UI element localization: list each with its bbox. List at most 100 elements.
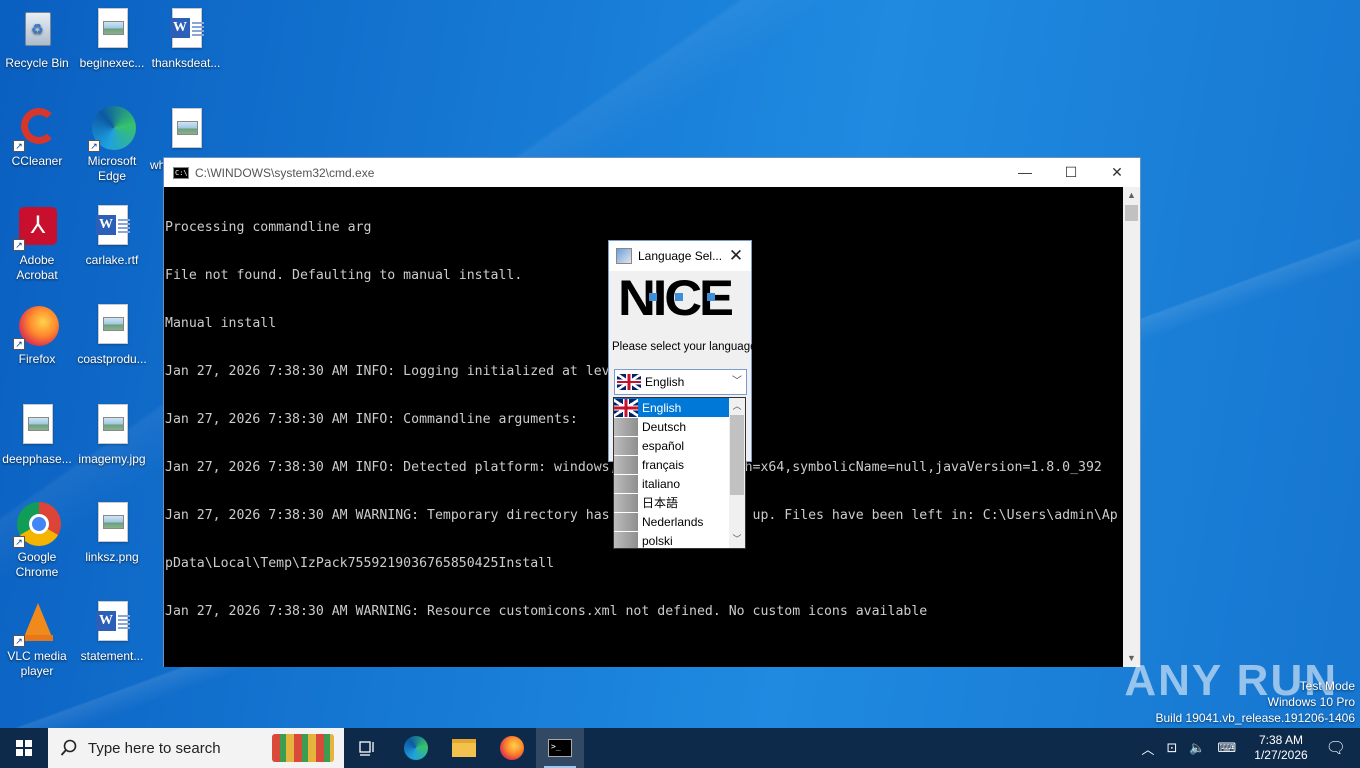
language-option-francais[interactable]: français	[614, 455, 730, 474]
image-file-icon	[90, 8, 134, 52]
recycle-bin-icon: ♻	[15, 8, 59, 52]
german-flag-icon	[614, 417, 638, 436]
cmd-titlebar[interactable]: C:\ C:\WINDOWS\system32\cmd.exe — ☐ ✕	[164, 158, 1140, 187]
scroll-down-icon[interactable]: ﹀	[729, 531, 745, 548]
logo-dot	[707, 293, 715, 301]
desktop-icon-label: Recycle Bin	[5, 56, 69, 70]
word-document-icon: W	[90, 601, 134, 645]
desktop-icon-label: coastprodu...	[77, 352, 147, 366]
language-option-deutsch[interactable]: Deutsch	[614, 417, 730, 436]
ccleaner-icon: ↗	[13, 106, 59, 152]
edge-icon: ↗	[88, 106, 136, 152]
desktop-icon-firefox[interactable]: ↗ Firefox	[1, 304, 73, 367]
search-highlight-icon	[272, 734, 334, 762]
language-list-scrollbar[interactable]: ︿ ﹀	[729, 398, 745, 548]
desktop-icon-deepphase[interactable]: deepphase...	[1, 404, 73, 467]
desktop-icon-coastprodu[interactable]: coastprodu...	[76, 304, 148, 367]
chevron-up-icon[interactable]: ︿	[1141, 739, 1154, 758]
desktop-icon-vlc[interactable]: ↗ VLC media player	[1, 601, 73, 679]
taskbar-firefox[interactable]	[488, 728, 536, 768]
desktop-icon-ccleaner[interactable]: ↗ CCleaner	[1, 106, 73, 169]
taskbar-cmd[interactable]: >_	[536, 728, 584, 768]
italian-flag-icon	[614, 474, 638, 493]
language-option-japanese[interactable]: 日本語	[614, 493, 730, 512]
taskbar-file-explorer[interactable]	[440, 728, 488, 768]
input-indicator-icon[interactable]: ⌨	[1218, 740, 1237, 756]
volume-icon[interactable]: 🔈	[1189, 740, 1205, 756]
desktop-icon-imagemy[interactable]: imagemy.jpg	[76, 404, 148, 467]
taskbar-search[interactable]: Type here to search	[48, 728, 344, 768]
chevron-down-icon[interactable]: ﹀	[728, 370, 746, 394]
firefox-icon: ↗	[13, 304, 59, 350]
spanish-flag-icon	[614, 436, 638, 455]
system-info: Test Mode Windows 10 Pro Build 19041.vb_…	[1156, 678, 1356, 726]
clock-time: 7:38 AM	[1258, 733, 1303, 747]
desktop-icon-label: wh...	[150, 158, 164, 172]
uk-flag-icon	[617, 374, 641, 390]
dialog-close-icon[interactable]: ✕	[725, 245, 747, 267]
scroll-thumb[interactable]	[730, 415, 744, 495]
desktop-icon-google-chrome[interactable]: ↗ Google Chrome	[1, 502, 73, 580]
network-icon[interactable]: ⊡	[1166, 740, 1177, 756]
start-button[interactable]	[0, 728, 48, 768]
desktop-icon-label: Adobe Acrobat	[16, 253, 58, 282]
search-placeholder: Type here to search	[88, 739, 221, 757]
desktop-icon-recycle-bin[interactable]: ♻ Recycle Bin	[1, 8, 73, 71]
taskbar-edge[interactable]	[392, 728, 440, 768]
folder-icon	[452, 739, 476, 757]
language-dialog-titlebar[interactable]: Language Sel... ✕	[609, 241, 751, 271]
windows-logo-icon	[16, 740, 32, 756]
cmd-line: pData\Local\Temp\IzPack75592190367658504…	[165, 556, 555, 571]
edge-icon	[404, 736, 428, 760]
taskbar: Type here to search >_ ︿ ⊡ 🔈 ⌨ 7:38 AM 1…	[0, 728, 1360, 768]
task-view-button[interactable]	[344, 728, 392, 768]
desktop-icon-beginexec[interactable]: beginexec...	[76, 8, 148, 71]
french-flag-icon	[614, 455, 638, 474]
language-dropdown-list[interactable]: English Deutsch español français italian…	[613, 397, 746, 549]
acrobat-icon: ⅄ ↗	[13, 205, 59, 251]
build-label: Build 19041.vb_release.191206-1406	[1155, 711, 1356, 725]
desktop-icon-label: beginexec...	[79, 56, 145, 70]
image-file-icon	[166, 106, 210, 156]
desktop-icon-adobe-acrobat[interactable]: ⅄ ↗ Adobe Acrobat	[1, 205, 73, 283]
image-file-icon	[90, 502, 134, 546]
minimize-button[interactable]: —	[1002, 158, 1048, 187]
desktop-icon-microsoft-edge[interactable]: ↗ Microsoft Edge	[76, 106, 148, 184]
scroll-up-icon[interactable]: ▲	[1123, 187, 1140, 204]
language-option-nederlands[interactable]: Nederlands	[614, 512, 730, 531]
language-option-polski[interactable]: polski	[614, 531, 730, 548]
language-option-english[interactable]: English	[614, 398, 730, 417]
language-option-espanol[interactable]: español	[614, 436, 730, 455]
cmd-line: Jan 27, 2026 7:38:30 AM WARNING: Resourc…	[165, 604, 928, 619]
maximize-button[interactable]: ☐	[1048, 158, 1094, 187]
search-icon	[60, 739, 77, 756]
logo-dot	[675, 293, 683, 301]
cmd-title: C:\WINDOWS\system32\cmd.exe	[195, 165, 375, 180]
desktop-icon-label: Google Chrome	[15, 550, 59, 579]
scroll-thumb[interactable]	[1125, 205, 1138, 221]
cmd-scrollbar[interactable]: ▲ ▼	[1123, 187, 1140, 667]
language-select[interactable]: English ﹀	[614, 369, 747, 395]
desktop-icon-carlake[interactable]: W carlake.rtf	[76, 205, 148, 268]
cmd-icon: C:\	[173, 166, 189, 179]
clock-date: 1/27/2026	[1254, 748, 1308, 762]
desktop-icon-label: statement...	[80, 649, 144, 663]
clock[interactable]: 7:38 AM 1/27/2026	[1254, 733, 1307, 763]
firefox-icon	[500, 736, 524, 760]
windows-edition-label: Windows 10 Pro	[1267, 695, 1355, 709]
notification-icon[interactable]: 🗨	[1326, 738, 1346, 758]
image-file-icon	[15, 404, 59, 448]
task-view-icon	[359, 741, 374, 756]
desktop-icon-linksz[interactable]: linksz.png	[76, 502, 148, 565]
word-document-icon: W	[90, 205, 134, 249]
scroll-up-icon[interactable]: ︿	[729, 398, 745, 415]
desktop-icon-statement[interactable]: W statement...	[76, 601, 148, 664]
desktop-icon-label: deepphase...	[2, 452, 72, 466]
close-button[interactable]: ✕	[1094, 158, 1140, 187]
desktop-icon-thanksdeat[interactable]: W thanksdeat...	[150, 8, 222, 71]
desktop-icon-label: Firefox	[18, 352, 56, 366]
language-option-italiano[interactable]: italiano	[614, 474, 730, 493]
desktop-icon-wh[interactable]: wh...	[150, 106, 164, 173]
japanese-flag-icon	[614, 493, 638, 512]
desktop-icon-label: VLC media player	[7, 649, 67, 678]
